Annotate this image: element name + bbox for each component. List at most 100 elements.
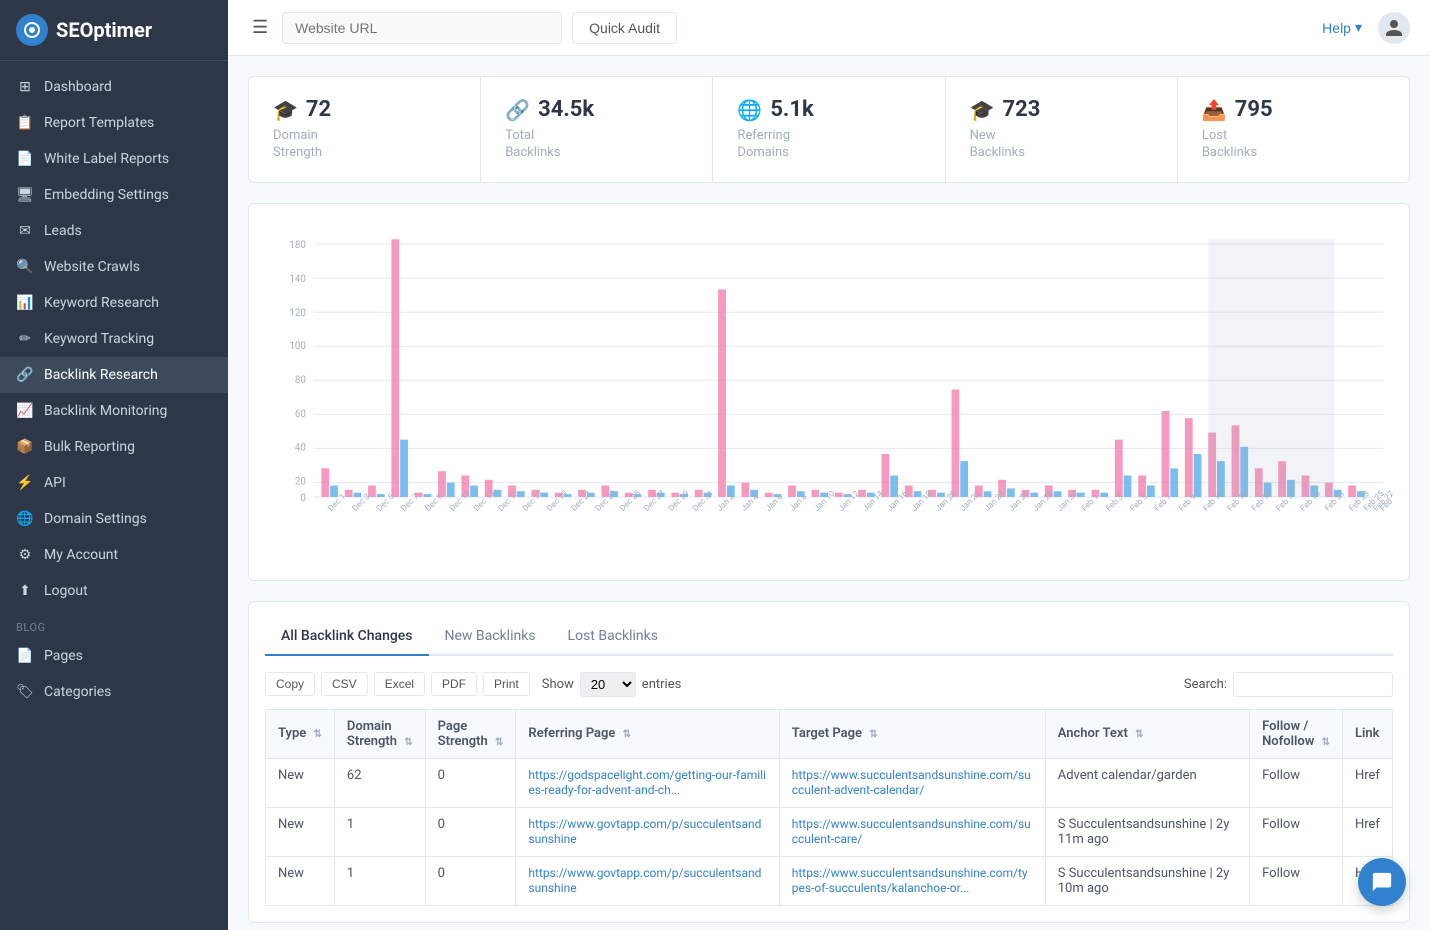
sidebar-item-label: Keyword Tracking — [44, 331, 154, 347]
sidebar-item-label: Embedding Settings — [44, 187, 169, 203]
sidebar-item-website-crawls[interactable]: 🔍 Website Crawls — [0, 249, 228, 285]
logo-text: SEOptimer — [56, 18, 152, 42]
table-controls: Copy CSV Excel PDF Print Show 20 50 100 … — [265, 672, 1393, 697]
cell-target-2[interactable]: https://www.succulentsandsunshine.com/ty… — [779, 856, 1045, 905]
col-type[interactable]: Type ⇅ — [266, 709, 335, 758]
svg-text:Dec 29: Dec 29 — [667, 488, 692, 513]
cell-domain-0: 62 — [334, 758, 425, 807]
sidebar-item-categories[interactable]: 🏷 Categories — [0, 674, 228, 710]
tab-all-backlink-changes[interactable]: All Backlink Changes — [265, 618, 429, 656]
dashboard-icon: ⊞ — [16, 79, 34, 95]
cell-referring-1[interactable]: https://www.govtapp.com/p/succulentsands… — [516, 807, 779, 856]
cell-page-2: 0 — [425, 856, 516, 905]
blog-section-label: Blog — [0, 609, 228, 638]
sidebar-item-logout[interactable]: ⬆ Logout — [0, 573, 228, 609]
cell-follow-0: Follow — [1250, 758, 1343, 807]
table-section: All Backlink Changes New Backlinks Lost … — [248, 601, 1410, 923]
pages-icon: 📄 — [16, 648, 34, 664]
new-backlinks-label: NewBacklinks — [970, 128, 1153, 162]
white-label-icon: 📄 — [16, 151, 34, 167]
domain-strength-icon: 🎓 — [273, 98, 298, 122]
svg-text:0: 0 — [300, 493, 305, 504]
backlink-research-icon: 🔗 — [16, 367, 34, 383]
sidebar-item-label: Backlink Research — [44, 367, 158, 383]
lost-backlinks-label: LostBacklinks — [1202, 128, 1385, 162]
sidebar-item-my-account[interactable]: ⚙ My Account — [0, 537, 228, 573]
report-templates-icon: 📋 — [16, 115, 34, 131]
sidebar-item-leads[interactable]: ✉ Leads — [0, 213, 228, 249]
sidebar-logo[interactable]: SEOptimer — [0, 0, 228, 61]
col-target-page[interactable]: Target Page ⇅ — [779, 709, 1045, 758]
topbar: ☰ Quick Audit Help ▾ — [228, 0, 1430, 56]
csv-button[interactable]: CSV — [321, 672, 368, 696]
search-input[interactable] — [1233, 672, 1393, 697]
content-area: 🎓 72 DomainStrength 🔗 34.5k TotalBacklin… — [228, 56, 1430, 930]
cell-target-1[interactable]: https://www.succulentsandsunshine.com/su… — [779, 807, 1045, 856]
quick-audit-button[interactable]: Quick Audit — [572, 12, 677, 44]
col-link[interactable]: Link — [1342, 709, 1392, 758]
show-label: Show — [542, 677, 574, 692]
total-backlinks-label: TotalBacklinks — [505, 128, 688, 162]
sidebar-item-api[interactable]: ⚡ API — [0, 465, 228, 501]
sidebar-item-label: Backlink Monitoring — [44, 403, 167, 419]
bulk-reporting-icon: 📦 — [16, 439, 34, 455]
copy-button[interactable]: Copy — [265, 672, 315, 696]
excel-button[interactable]: Excel — [374, 672, 425, 696]
chart-highlight — [1208, 239, 1334, 497]
sidebar-item-backlink-research[interactable]: 🔗 Backlink Research — [0, 357, 228, 393]
entries-select[interactable]: 20 50 100 — [580, 672, 636, 697]
hamburger-button[interactable]: ☰ — [248, 13, 272, 42]
sidebar-item-dashboard[interactable]: ⊞ Dashboard — [0, 69, 228, 105]
stats-row: 🎓 72 DomainStrength 🔗 34.5k TotalBacklin… — [248, 76, 1410, 183]
col-follow[interactable]: Follow /Nofollow ⇅ — [1250, 709, 1343, 758]
sidebar-item-domain-settings[interactable]: 🌐 Domain Settings — [0, 501, 228, 537]
user-avatar[interactable] — [1378, 12, 1410, 44]
col-anchor-text[interactable]: Anchor Text ⇅ — [1045, 709, 1249, 758]
categories-icon: 🏷 — [16, 684, 34, 700]
chat-bubble-button[interactable] — [1358, 858, 1406, 906]
col-referring-page[interactable]: Referring Page ⇅ — [516, 709, 779, 758]
backlink-chart: 0 20 40 60 80 100 120 140 180 Dec 1 Dec … — [265, 220, 1393, 560]
sidebar-item-white-label-reports[interactable]: 📄 White Label Reports — [0, 141, 228, 177]
cell-follow-1: Follow — [1250, 807, 1343, 856]
sidebar-item-keyword-tracking[interactable]: ✏ Keyword Tracking — [0, 321, 228, 357]
referring-domains-label: ReferringDomains — [737, 128, 920, 162]
my-account-icon: ⚙ — [16, 547, 34, 563]
col-page-strength[interactable]: PageStrength ⇅ — [425, 709, 516, 758]
tab-new-backlinks[interactable]: New Backlinks — [429, 618, 552, 656]
cell-target-0[interactable]: https://www.succulentsandsunshine.com/su… — [779, 758, 1045, 807]
sidebar-item-report-templates[interactable]: 📋 Report Templates — [0, 105, 228, 141]
sidebar-item-bulk-reporting[interactable]: 📦 Bulk Reporting — [0, 429, 228, 465]
print-button[interactable]: Print — [483, 672, 530, 696]
svg-text:Dec 1: Dec 1 — [326, 492, 348, 514]
cell-domain-1: 1 — [334, 807, 425, 856]
cell-referring-0[interactable]: https://godspacelight.com/getting-our-fa… — [516, 758, 779, 807]
chevron-down-icon: ▾ — [1355, 19, 1362, 36]
backlink-monitoring-icon: 📈 — [16, 403, 34, 419]
sidebar-item-label: Logout — [44, 583, 88, 599]
svg-text:100: 100 — [289, 341, 305, 352]
cell-follow-2: Follow — [1250, 856, 1343, 905]
domain-strength-label: DomainStrength — [273, 128, 456, 162]
sidebar-item-pages[interactable]: 📄 Pages — [0, 638, 228, 674]
url-input[interactable] — [282, 12, 562, 44]
lost-backlinks-value: 795 — [1235, 97, 1273, 122]
search-label: Search: — [1184, 677, 1227, 692]
svg-text:120: 120 — [289, 308, 305, 319]
sidebar-item-keyword-research[interactable]: 📊 Keyword Research — [0, 285, 228, 321]
sidebar-item-label: Leads — [44, 223, 82, 239]
sidebar-item-label: Domain Settings — [44, 511, 147, 527]
sidebar-item-embedding-settings[interactable]: 🖥 Embedding Settings — [0, 177, 228, 213]
col-domain-strength[interactable]: DomainStrength ⇅ — [334, 709, 425, 758]
sidebar-item-backlink-monitoring[interactable]: 📈 Backlink Monitoring — [0, 393, 228, 429]
cell-page-0: 0 — [425, 758, 516, 807]
tab-lost-backlinks[interactable]: Lost Backlinks — [552, 618, 674, 656]
svg-text:140: 140 — [289, 274, 305, 285]
cell-referring-2[interactable]: https://www.govtapp.com/p/succulentsands… — [516, 856, 779, 905]
help-button[interactable]: Help ▾ — [1322, 19, 1362, 36]
sidebar-item-label: Bulk Reporting — [44, 439, 135, 455]
pdf-button[interactable]: PDF — [431, 672, 477, 696]
logo-icon — [16, 14, 48, 46]
sidebar-item-label: Report Templates — [44, 115, 154, 131]
svg-text:Feb 5: Feb 5 — [1128, 492, 1150, 514]
